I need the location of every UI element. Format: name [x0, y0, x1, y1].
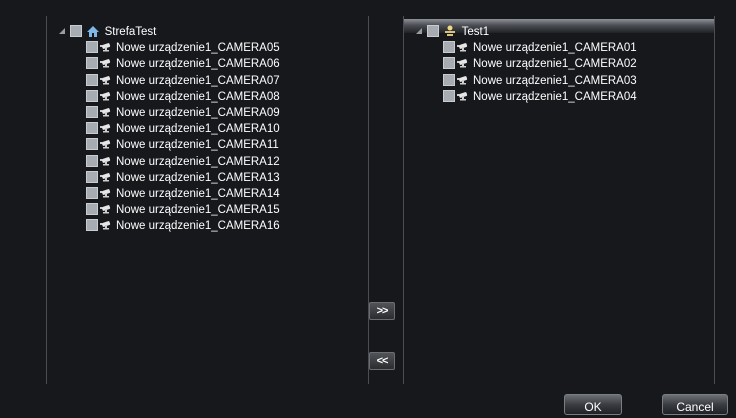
tree-root-strefatest[interactable]: StrefaTest	[47, 24, 368, 40]
tree-item-camera[interactable]: Nowe urządzenie1_CAMERA13	[47, 170, 368, 186]
source-tree: StrefaTest Nowe urządzenie1_CAMERA05 Nowe…	[47, 24, 368, 234]
camera-icon	[100, 156, 111, 166]
item-checkbox[interactable]	[86, 219, 98, 232]
tree-item-camera[interactable]: Nowe urządzenie1_CAMERA05	[47, 40, 368, 56]
tree-item-camera[interactable]: Nowe urządzenie1_CAMERA16	[47, 218, 368, 234]
item-label: Nowe urządzenie1_CAMERA04	[473, 90, 637, 103]
camera-icon	[100, 205, 111, 214]
camera-icon	[100, 75, 111, 85]
camera-icon	[457, 43, 468, 52]
item-checkbox[interactable]	[86, 186, 98, 199]
camera-icon	[100, 124, 111, 133]
item-label: Nowe urządzenie1_CAMERA14	[116, 187, 280, 200]
item-checkbox[interactable]	[443, 41, 455, 54]
item-checkbox[interactable]	[86, 138, 98, 151]
expand-arrow-icon[interactable]	[416, 28, 422, 35]
item-checkbox[interactable]	[86, 73, 98, 86]
target-tree: Test1 Nowe urządzenie1_CAMERA01 Nowe urzą…	[404, 24, 714, 105]
tree-item-camera[interactable]: Nowe urządzenie1_CAMERA11	[47, 137, 368, 153]
item-checkbox[interactable]	[443, 89, 455, 102]
target-tree-panel: Test1 Nowe urządzenie1_CAMERA01 Nowe urzą…	[403, 16, 715, 384]
camera-icon	[100, 140, 111, 149]
item-label: Nowe urządzenie1_CAMERA05	[116, 42, 280, 55]
item-label: Nowe urządzenie1_CAMERA13	[116, 171, 280, 184]
item-label: Nowe urządzenie1_CAMERA11	[116, 139, 279, 152]
item-checkbox[interactable]	[86, 41, 98, 54]
camera-icon	[457, 91, 468, 101]
root-label: StrefaTest	[104, 26, 157, 38]
item-checkbox[interactable]	[86, 89, 98, 102]
camera-icon	[457, 75, 468, 85]
tree-root-test1[interactable]: Test1	[404, 24, 714, 40]
camera-icon	[100, 43, 111, 52]
item-label: Nowe urządzenie1_CAMERA06	[116, 58, 280, 71]
tree-item-camera[interactable]: Nowe urządzenie1_CAMERA01	[404, 40, 714, 56]
add-to-target-button[interactable]: >>	[369, 302, 395, 320]
camera-icon	[100, 221, 111, 230]
item-label: Nowe urządzenie1_CAMERA02	[473, 58, 637, 71]
item-label: Nowe urządzenie1_CAMERA10	[116, 123, 280, 136]
item-label: Nowe urządzenie1_CAMERA07	[116, 74, 280, 87]
item-label: Nowe urządzenie1_CAMERA09	[116, 106, 280, 119]
tree-item-camera[interactable]: Nowe urządzenie1_CAMERA06	[47, 56, 368, 72]
camera-icon	[100, 189, 111, 198]
tree-item-camera[interactable]: Nowe urządzenie1_CAMERA10	[47, 121, 368, 137]
item-label: Nowe urządzenie1_CAMERA08	[116, 90, 280, 103]
tree-item-camera[interactable]: Nowe urządzenie1_CAMERA03	[404, 73, 714, 89]
tree-item-camera[interactable]: Nowe urządzenie1_CAMERA02	[404, 56, 714, 72]
tree-item-camera[interactable]: Nowe urządzenie1_CAMERA12	[47, 154, 368, 170]
item-label: Nowe urządzenie1_CAMERA16	[116, 220, 280, 233]
item-label: Nowe urządzenie1_CAMERA03	[473, 74, 637, 87]
camera-icon	[100, 108, 111, 117]
item-label: Nowe urządzenie1_CAMERA01	[473, 42, 637, 55]
tree-item-camera[interactable]: Nowe urządzenie1_CAMERA07	[47, 73, 368, 89]
tree-item-camera[interactable]: Nowe urządzenie1_CAMERA04	[404, 89, 714, 105]
expand-arrow-icon[interactable]	[59, 28, 65, 35]
tree-item-camera[interactable]: Nowe urządzenie1_CAMERA08	[47, 89, 368, 105]
camera-icon	[100, 59, 111, 68]
root-checkbox[interactable]	[70, 25, 83, 38]
cancel-button[interactable]: Cancel	[662, 394, 728, 415]
remove-from-target-button[interactable]: <<	[369, 352, 395, 370]
ok-button[interactable]: OK	[564, 394, 622, 415]
home-icon	[87, 25, 100, 37]
item-checkbox[interactable]	[86, 106, 98, 119]
root-checkbox[interactable]	[427, 25, 440, 38]
item-label: Nowe urządzenie1_CAMERA15	[116, 204, 280, 217]
item-checkbox[interactable]	[86, 203, 98, 216]
tree-item-camera[interactable]: Nowe urządzenie1_CAMERA09	[47, 105, 368, 121]
item-checkbox[interactable]	[86, 122, 98, 135]
root-label: Test1	[461, 26, 490, 38]
camera-icon	[100, 91, 111, 101]
item-checkbox[interactable]	[443, 57, 455, 70]
tree-item-camera[interactable]: Nowe urządzenie1_CAMERA14	[47, 186, 368, 202]
item-checkbox[interactable]	[86, 170, 98, 183]
item-label: Nowe urządzenie1_CAMERA12	[116, 155, 280, 168]
item-checkbox[interactable]	[86, 154, 98, 167]
item-checkbox[interactable]	[86, 57, 98, 70]
source-tree-panel: StrefaTest Nowe urządzenie1_CAMERA05 Nowe…	[46, 16, 369, 384]
camera-icon	[457, 59, 468, 68]
item-checkbox[interactable]	[443, 73, 455, 86]
group-icon	[445, 25, 456, 37]
camera-icon	[100, 172, 111, 182]
tree-item-camera[interactable]: Nowe urządzenie1_CAMERA15	[47, 202, 368, 218]
